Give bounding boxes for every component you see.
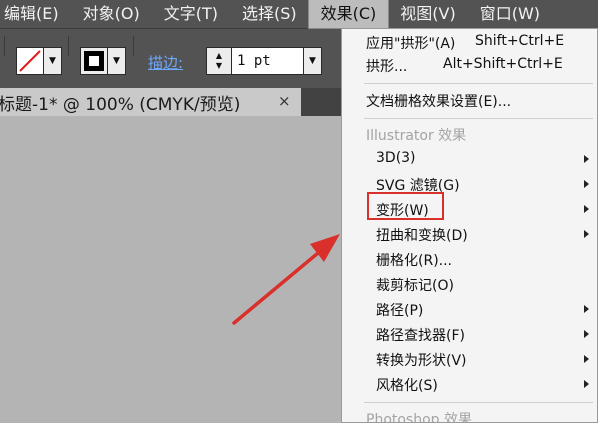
stroke-weight-stepper[interactable]: ▲ ▼ xyxy=(206,47,232,75)
stroke-dropdown-button[interactable]: ▼ xyxy=(108,47,126,75)
menu-item-apply-last-effect[interactable]: 应用"拱形"(A) Shift+Ctrl+E xyxy=(342,30,597,54)
submenu-arrow-icon xyxy=(584,305,589,313)
chevron-down-icon: ▼ xyxy=(49,56,56,66)
menu-item-3d[interactable]: 3D(3) xyxy=(342,147,597,171)
menu-object[interactable]: 对象(O) xyxy=(71,0,152,28)
chevron-down-icon[interactable]: ▼ xyxy=(216,61,222,71)
menu-item-label: 路径(P) xyxy=(376,303,424,319)
none-fill-icon xyxy=(19,50,41,72)
menu-item-last-effect[interactable]: 拱形... Alt+Shift+Ctrl+E xyxy=(342,53,597,77)
menu-item-label: 拱形... xyxy=(366,59,408,75)
document-tab[interactable]: 标题-1* @ 100% (CMYK/预览) × xyxy=(0,88,301,116)
menu-edit[interactable]: 编辑(E) xyxy=(0,0,71,28)
menu-separator xyxy=(364,118,593,119)
submenu-arrow-icon xyxy=(584,380,589,388)
menu-item-shortcut: Alt+Shift+Ctrl+E xyxy=(443,56,563,72)
stroke-panel-link[interactable]: 描边: xyxy=(148,52,183,73)
control-bar-divider xyxy=(133,36,134,56)
canvas-area[interactable] xyxy=(0,116,341,423)
effect-menu: 应用"拱形"(A) Shift+Ctrl+E 拱形... Alt+Shift+C… xyxy=(341,28,598,423)
menu-item-stylize[interactable]: 风格化(S) xyxy=(342,372,597,396)
menu-item-label: 应用"拱形"(A) xyxy=(366,36,456,52)
submenu-arrow-icon xyxy=(584,330,589,338)
menu-select[interactable]: 选择(S) xyxy=(230,0,309,28)
highlight-box xyxy=(367,192,444,220)
menu-view[interactable]: 视图(V) xyxy=(388,0,467,28)
menu-item-label: 裁剪标记(O) xyxy=(376,278,454,294)
photoshop-effects-header: Photoshop 效果 xyxy=(342,406,597,423)
section-header-label: Illustrator 效果 xyxy=(366,128,467,144)
stroke-weight-field[interactable]: 1 pt xyxy=(232,47,304,75)
control-bar-divider xyxy=(68,36,69,56)
menu-item-shortcut: Shift+Ctrl+E xyxy=(475,33,565,49)
menu-item-document-raster-settings[interactable]: 文档栅格效果设置(E)... xyxy=(342,88,597,112)
menu-item-crop-marks[interactable]: 裁剪标记(O) xyxy=(342,272,597,296)
control-bar-divider xyxy=(4,36,5,56)
menu-item-label: 路径查找器(F) xyxy=(376,328,465,344)
menu-bar: 编辑(E) 对象(O) 文字(T) 选择(S) 效果(C) 视图(V) 窗口(W… xyxy=(0,0,598,29)
menu-item-convert-to-shape[interactable]: 转换为形状(V) xyxy=(342,347,597,371)
stroke-swatch[interactable] xyxy=(80,47,108,75)
fill-dropdown-button[interactable]: ▼ xyxy=(44,47,62,75)
menu-separator xyxy=(364,83,593,84)
menu-item-rasterize[interactable]: 栅格化(R)... xyxy=(342,247,597,271)
menu-item-label: 3D(3) xyxy=(376,150,416,166)
section-header-label: Photoshop 效果 xyxy=(366,412,473,423)
submenu-arrow-icon xyxy=(584,180,589,188)
menu-item-label: 文档栅格效果设置(E)... xyxy=(366,94,512,110)
submenu-arrow-icon xyxy=(584,230,589,238)
menu-item-path[interactable]: 路径(P) xyxy=(342,297,597,321)
illustrator-effects-header: Illustrator 效果 xyxy=(342,122,597,146)
menu-effect[interactable]: 效果(C) xyxy=(307,0,390,29)
chevron-up-icon[interactable]: ▲ xyxy=(216,51,222,61)
stroke-color-icon xyxy=(84,51,104,71)
stroke-weight-dropdown-button[interactable]: ▼ xyxy=(304,47,322,75)
close-icon[interactable]: × xyxy=(278,92,291,110)
menu-item-label: 风格化(S) xyxy=(376,378,438,394)
submenu-arrow-icon xyxy=(584,205,589,213)
menu-item-pathfinder[interactable]: 路径查找器(F) xyxy=(342,322,597,346)
chevron-down-icon: ▼ xyxy=(113,56,120,66)
document-tab-title: 标题-1* @ 100% (CMYK/预览) xyxy=(0,94,241,115)
menu-window[interactable]: 窗口(W) xyxy=(468,0,552,28)
chevron-down-icon: ▼ xyxy=(309,56,316,66)
menu-item-distort-transform[interactable]: 扭曲和变换(D) xyxy=(342,222,597,246)
menu-separator xyxy=(364,402,593,403)
submenu-arrow-icon xyxy=(584,355,589,363)
menu-type[interactable]: 文字(T) xyxy=(152,0,230,28)
submenu-arrow-icon xyxy=(584,155,589,163)
menu-item-label: 栅格化(R)... xyxy=(376,253,453,269)
menu-item-label: 转换为形状(V) xyxy=(376,353,467,369)
fill-swatch[interactable] xyxy=(16,47,44,75)
menu-item-label: 扭曲和变换(D) xyxy=(376,228,468,244)
